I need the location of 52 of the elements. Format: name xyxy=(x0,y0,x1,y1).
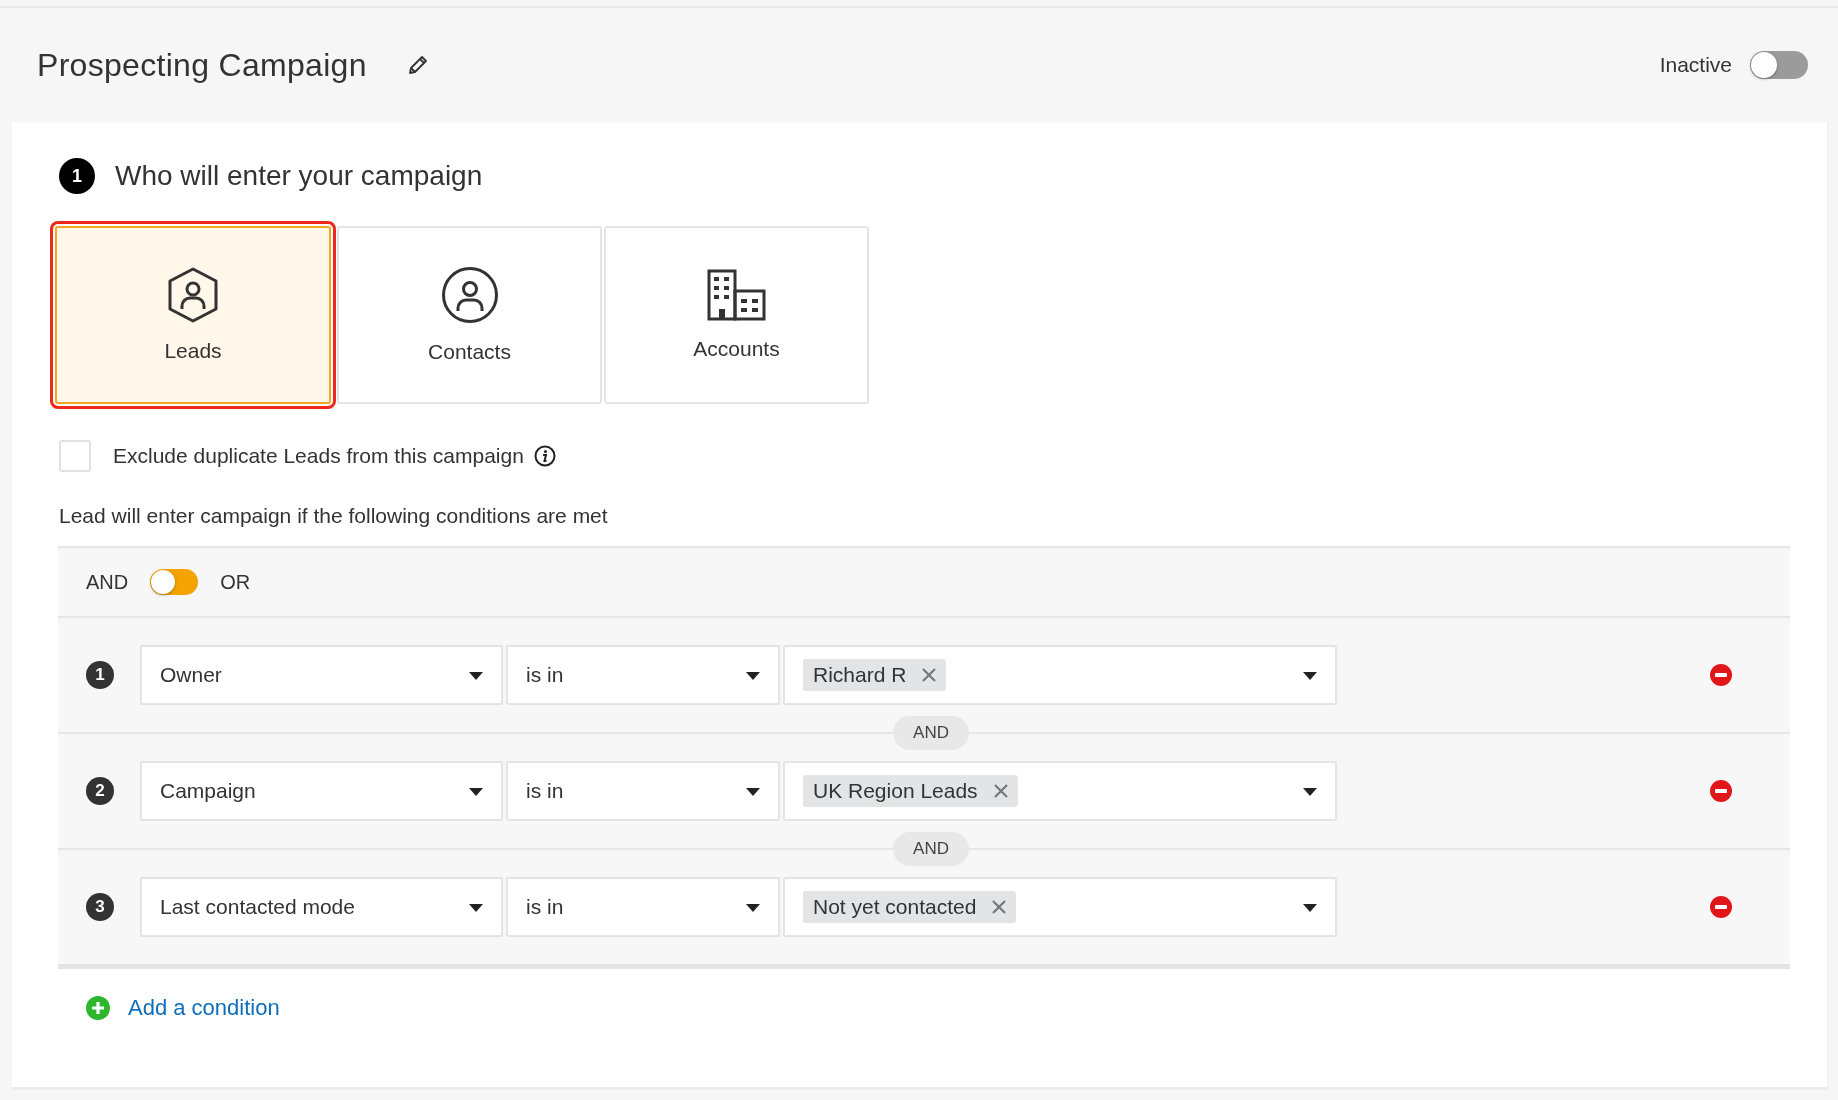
value-dropdown[interactable]: UK Region Leads xyxy=(783,761,1337,821)
joiner-pill: AND xyxy=(893,832,969,866)
field-dropdown[interactable]: Campaign xyxy=(140,761,503,821)
value-dropdown[interactable]: Richard R xyxy=(783,645,1337,705)
step-number-badge: 2 xyxy=(86,777,114,805)
field-dropdown[interactable]: Owner xyxy=(140,645,503,705)
close-icon[interactable] xyxy=(992,900,1007,914)
person-circle-icon xyxy=(440,266,499,324)
person-hexagon-icon xyxy=(166,267,220,323)
conditions-intro: Lead will enter campaign if the following conditions are met xyxy=(59,504,609,528)
value-dropdown[interactable]: Not yet contacted xyxy=(783,877,1337,937)
add-condition-link[interactable]: Add a condition xyxy=(128,995,280,1021)
step-number-badge: 3 xyxy=(86,893,114,921)
status-toggle[interactable] xyxy=(1750,51,1808,79)
field-dropdown[interactable]: Last contacted mode xyxy=(140,877,503,937)
caret-icon xyxy=(1303,670,1317,680)
close-icon[interactable] xyxy=(993,784,1008,798)
caret-icon xyxy=(746,902,760,912)
and-or-toggle[interactable] xyxy=(150,569,199,595)
campaign-title: Prospecting Campaign xyxy=(37,46,367,84)
caret-icon xyxy=(1303,902,1317,912)
caret-icon xyxy=(1303,786,1317,796)
caret-icon xyxy=(469,670,483,680)
status-label: Inactive xyxy=(1659,53,1732,77)
remove-icon[interactable] xyxy=(1710,780,1732,802)
close-icon[interactable] xyxy=(922,668,937,682)
caret-icon xyxy=(746,670,760,680)
step-number-badge: 1 xyxy=(86,661,114,689)
remove-icon[interactable] xyxy=(1710,896,1732,918)
and-label: AND xyxy=(86,570,129,594)
caret-icon xyxy=(469,786,483,796)
operator-dropdown[interactable]: is in xyxy=(506,645,780,705)
value-tag: Not yet contacted xyxy=(803,891,1017,923)
section-heading: Who will enter your campaign xyxy=(115,160,483,192)
caret-icon xyxy=(746,786,760,796)
or-label: OR xyxy=(220,570,251,594)
caret-icon xyxy=(469,902,483,912)
value-tag: UK Region Leads xyxy=(803,775,1018,807)
operator-dropdown[interactable]: is in xyxy=(506,761,780,821)
remove-icon[interactable] xyxy=(1710,664,1732,686)
checkbox[interactable] xyxy=(59,440,91,472)
step-number-badge: 1 xyxy=(59,158,95,194)
info-icon[interactable] xyxy=(533,445,556,467)
operator-dropdown[interactable]: is in xyxy=(506,877,780,937)
entity-type-card[interactable]: Contacts xyxy=(337,226,602,404)
value-tag: Richard R xyxy=(803,659,947,691)
joiner-pill: AND xyxy=(893,716,969,750)
checkbox-label: Exclude duplicate Leads from this campaign xyxy=(113,444,524,468)
add-icon[interactable] xyxy=(86,996,110,1020)
entity-type-card[interactable]: Accounts xyxy=(604,226,869,404)
buildings-icon xyxy=(706,269,767,321)
pencil-icon[interactable] xyxy=(406,54,429,76)
